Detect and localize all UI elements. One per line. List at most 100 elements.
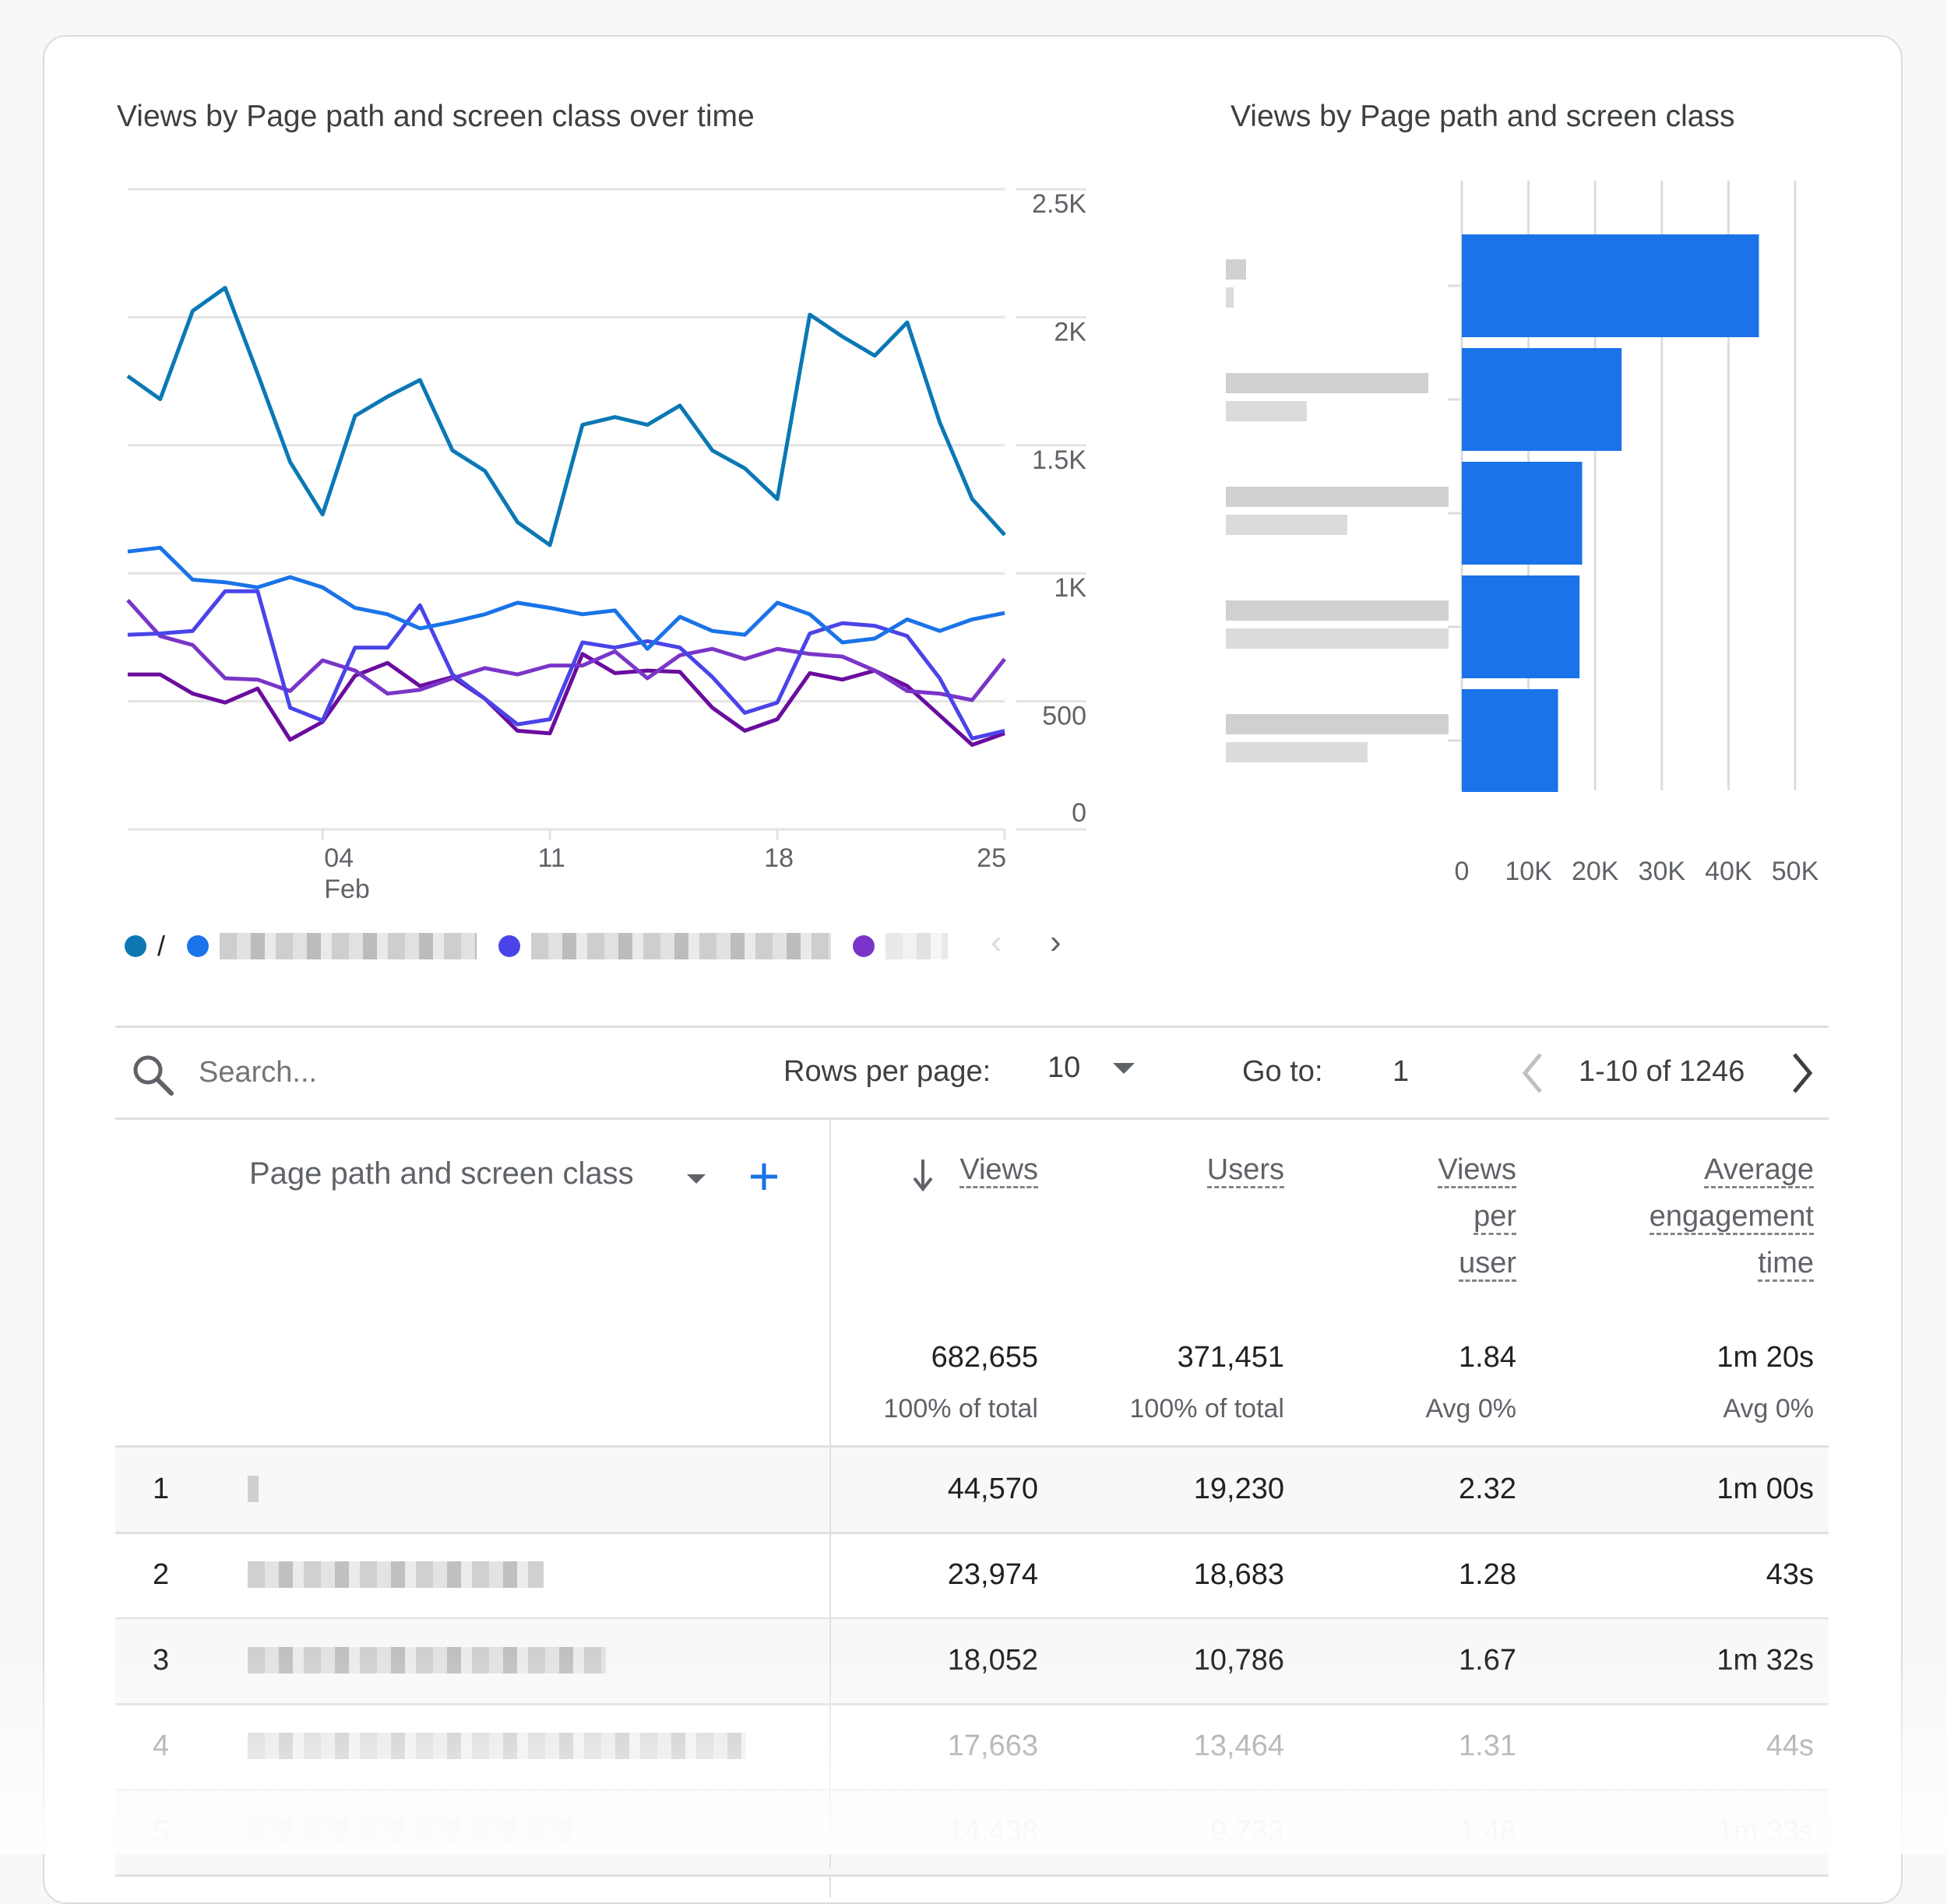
table-row[interactable]: 3 18,052 10,786 1.67 1m 32s [115, 1619, 1829, 1705]
rows-per-page-select[interactable]: 10 [1047, 1051, 1135, 1085]
legend-dot-icon [125, 935, 146, 957]
search-input[interactable] [199, 1053, 666, 1092]
row-vpu: 1.48 [1459, 1815, 1516, 1848]
row-aet: 44s [1766, 1730, 1814, 1762]
caret-down-icon [1113, 1062, 1135, 1074]
table-row[interactable]: 5 14,438 9,733 1.48 1m 33s [115, 1790, 1829, 1877]
row-page-path-redacted[interactable] [248, 1818, 575, 1845]
row-rank: 2 [153, 1558, 170, 1591]
legend-label-redacted [531, 933, 832, 959]
legend-dot-icon [187, 935, 209, 957]
y-tick-label: 1K [1054, 573, 1086, 603]
sort-desc-arrow-icon [913, 1160, 933, 1192]
bar[interactable] [1462, 348, 1622, 451]
column-divider [829, 1448, 831, 1868]
category-label-redacted [1226, 259, 1246, 280]
series-line[interactable] [128, 652, 1005, 747]
legend-item[interactable]: / [125, 930, 165, 963]
goto-input[interactable]: 1 [1392, 1055, 1409, 1089]
x-tick-label: 10K [1505, 857, 1552, 886]
bar[interactable] [1462, 462, 1583, 565]
x-tick-sublabel: Feb [324, 875, 370, 904]
table-row[interactable]: 4 17,663 13,464 1.31 44s [115, 1705, 1829, 1791]
rows-per-page-label: Rows per page: [783, 1055, 991, 1088]
category-label-redacted [1226, 287, 1234, 308]
chevron-left-icon[interactable]: ‹ [991, 923, 1002, 962]
goto-label: Go to: [1242, 1055, 1323, 1088]
row-vpu: 1.28 [1459, 1558, 1516, 1591]
row-page-path-redacted[interactable] [248, 1561, 544, 1588]
chevron-right-icon[interactable]: › [1050, 923, 1062, 962]
y-tick-label: 1.5K [1032, 445, 1086, 475]
pagination-range: 1-10 of 1246 [1579, 1055, 1745, 1088]
category-label-redacted [1226, 515, 1347, 535]
legend-item[interactable] [853, 933, 949, 959]
category-label-redacted [1226, 487, 1449, 507]
row-page-path-redacted[interactable] [248, 1647, 606, 1673]
x-tick-label: 25 [977, 843, 1006, 873]
search-icon[interactable] [131, 1053, 174, 1096]
dimension-dropdown-icon[interactable] [687, 1174, 706, 1184]
row-rank: 3 [153, 1644, 170, 1677]
legend-item[interactable] [187, 933, 477, 959]
x-tick-label: 20K [1572, 857, 1619, 886]
row-views: 18,052 [947, 1644, 1038, 1677]
row-vpu: 1.67 [1459, 1644, 1516, 1677]
row-aet: 43s [1766, 1558, 1814, 1591]
table-row[interactable]: 2 23,974 18,683 1.28 43s [115, 1533, 1829, 1620]
total-views-sub: 100% of total [883, 1394, 1038, 1424]
row-users: 13,464 [1193, 1730, 1284, 1762]
row-aet: 1m 32s [1716, 1644, 1814, 1677]
row-views: 17,663 [947, 1730, 1038, 1762]
column-header-users[interactable]: Users [1206, 1146, 1284, 1193]
row-page-path-redacted[interactable] [248, 1476, 259, 1502]
column-header-avg-engagement-time[interactable]: Average engagement time [1649, 1146, 1814, 1286]
dimension-header[interactable]: Page path and screen class [249, 1156, 634, 1191]
y-tick-label: 0 [1072, 798, 1086, 828]
column-header-views-per-user[interactable]: Views per user [1438, 1146, 1516, 1286]
legend-label: / [157, 930, 166, 962]
total-avg-engagement-time: 1m 20s [1716, 1341, 1814, 1374]
category-label-redacted [1226, 373, 1428, 393]
line-chart-legend: / [125, 927, 970, 966]
column-header-views[interactable]: Views [959, 1146, 1038, 1193]
row-views: 44,570 [947, 1473, 1038, 1505]
legend-label-redacted [885, 933, 949, 959]
bar[interactable] [1462, 234, 1759, 337]
row-views: 23,974 [947, 1558, 1038, 1591]
total-users-sub: 100% of total [1129, 1394, 1284, 1424]
plus-icon[interactable] [749, 1162, 779, 1191]
x-tick-label: 11 [537, 843, 565, 873]
row-views: 14,438 [947, 1815, 1038, 1848]
x-tick-label: 0 [1455, 857, 1470, 886]
row-users: 9,733 [1209, 1815, 1284, 1848]
row-users: 18,683 [1193, 1558, 1284, 1591]
prev-page-icon[interactable] [1519, 1051, 1547, 1095]
legend-item[interactable] [498, 933, 832, 959]
rows-per-page-value: 10 [1047, 1051, 1081, 1084]
x-tick-label: 18 [764, 843, 794, 873]
x-tick-label: 40K [1705, 857, 1752, 886]
bar[interactable] [1462, 575, 1580, 678]
divider [115, 1026, 1829, 1028]
total-views-per-user: 1.84 [1459, 1341, 1516, 1374]
total-views: 682,655 [931, 1341, 1038, 1374]
row-aet: 1m 00s [1716, 1473, 1814, 1505]
row-vpu: 2.32 [1459, 1473, 1516, 1505]
row-rank: 4 [153, 1730, 170, 1762]
table-row[interactable]: 1 44,570 19,230 2.32 1m 00s [115, 1448, 1829, 1534]
row-vpu: 1.31 [1459, 1730, 1516, 1762]
x-tick-label: 30K [1639, 857, 1686, 886]
category-label-redacted [1226, 600, 1449, 621]
category-label-redacted [1226, 742, 1368, 762]
series-line[interactable] [126, 286, 1006, 547]
legend-dot-icon [498, 935, 521, 957]
divider [115, 1117, 1829, 1120]
row-rank: 1 [153, 1473, 170, 1505]
category-label-redacted [1226, 401, 1307, 421]
bar[interactable] [1462, 689, 1558, 792]
bar-chart: 0 10K 20K 30K 40K 50K [1226, 181, 1819, 886]
next-page-icon[interactable] [1788, 1051, 1816, 1095]
row-page-path-redacted[interactable] [248, 1733, 746, 1759]
row-users: 19,230 [1193, 1473, 1284, 1505]
